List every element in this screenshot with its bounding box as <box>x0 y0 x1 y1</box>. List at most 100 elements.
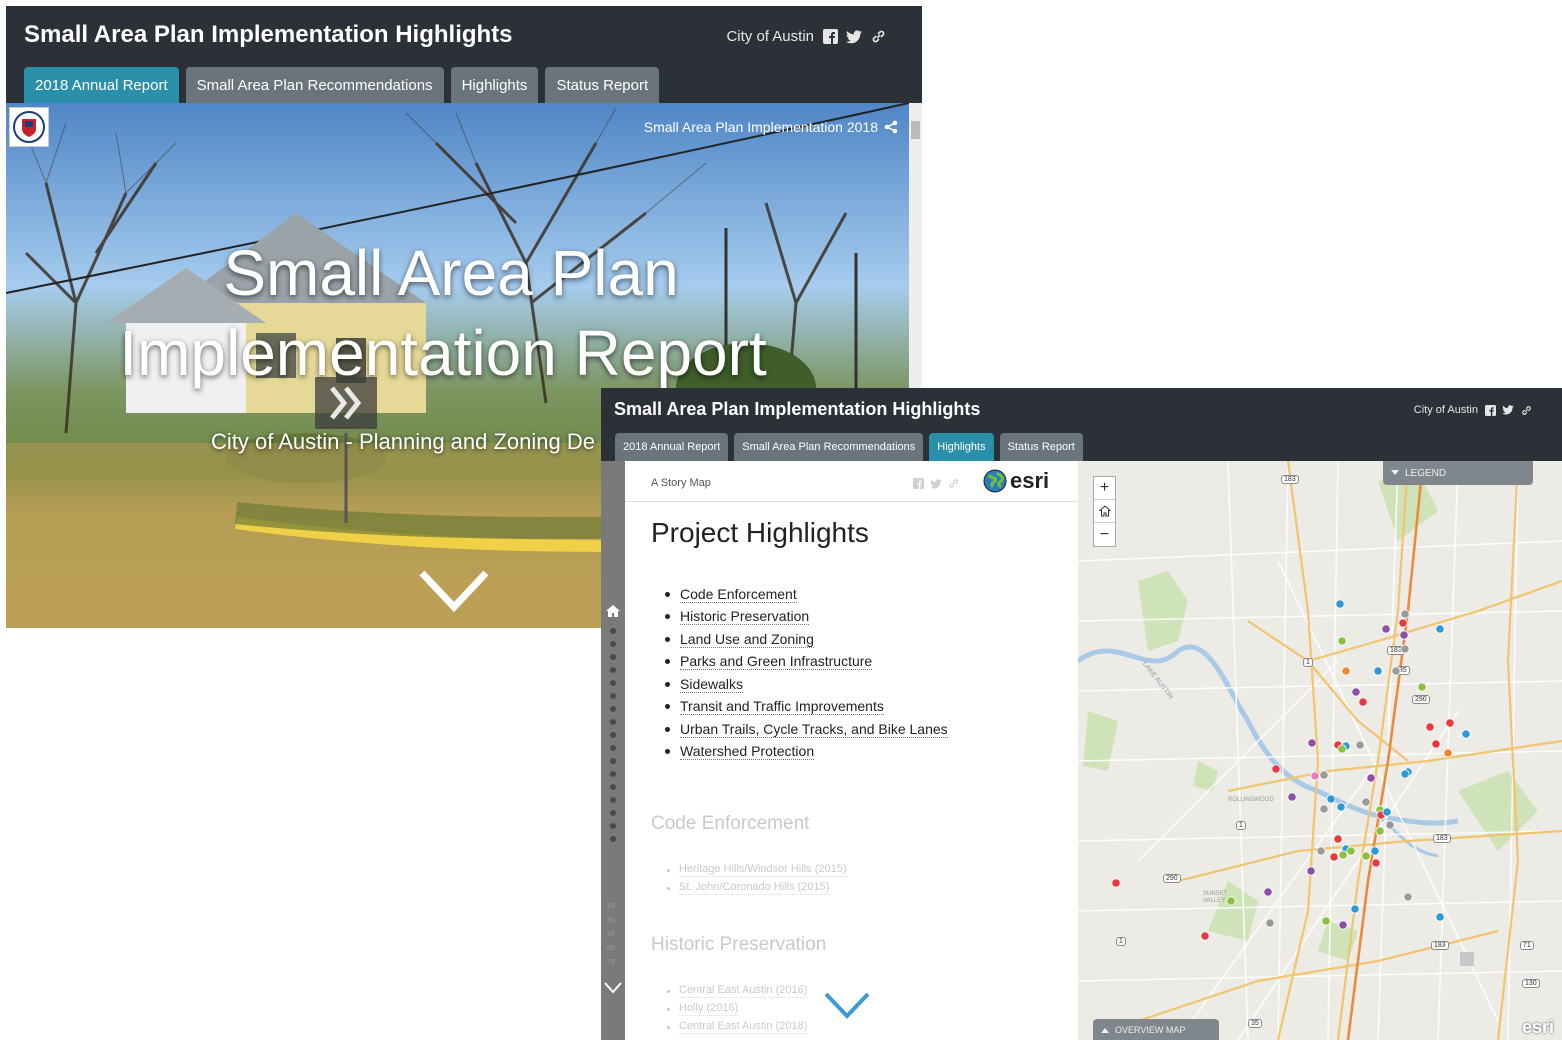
project-marker[interactable] <box>1391 666 1401 676</box>
project-marker[interactable] <box>1370 846 1380 856</box>
project-marker[interactable] <box>1316 846 1326 856</box>
project-marker[interactable] <box>1361 851 1371 861</box>
nav-dot[interactable] <box>610 654 616 660</box>
facebook-icon[interactable] <box>822 29 838 45</box>
tab-recommendations[interactable]: Small Area Plan Recommendations <box>185 67 444 103</box>
project-marker[interactable] <box>1307 738 1317 748</box>
home-icon[interactable] <box>606 605 620 617</box>
project-marker[interactable] <box>1333 834 1343 844</box>
toc-link[interactable]: Parks and Green Infrastructure <box>680 653 873 671</box>
project-marker[interactable] <box>1321 916 1331 926</box>
toc-link[interactable]: Sidewalks <box>680 676 744 693</box>
project-marker[interactable] <box>1338 850 1348 860</box>
project-marker[interactable] <box>1399 630 1409 640</box>
project-marker[interactable] <box>1263 887 1273 897</box>
nav-dot[interactable] <box>610 641 616 647</box>
project-marker[interactable] <box>1337 636 1347 646</box>
project-marker[interactable] <box>1375 826 1385 836</box>
project-marker[interactable] <box>1381 624 1391 634</box>
nav-dot[interactable] <box>610 628 616 634</box>
project-marker[interactable] <box>1400 769 1410 779</box>
project-marker[interactable] <box>1326 794 1336 804</box>
project-marker[interactable] <box>1435 624 1445 634</box>
section-link[interactable]: St. John/Coronado Hills (2015) <box>679 881 830 895</box>
nav-dot[interactable] <box>610 810 616 816</box>
project-marker[interactable] <box>1329 852 1339 862</box>
nav-dot[interactable] <box>610 758 616 764</box>
section-item[interactable]: Central East Austin (2016) <box>667 982 808 1000</box>
overview-map-toggle[interactable]: OVERVIEW MAP <box>1093 1019 1219 1040</box>
project-marker[interactable] <box>1417 682 1427 692</box>
project-marker[interactable] <box>1385 820 1395 830</box>
toc-link[interactable]: Urban Trails, Cycle Tracks, and Bike Lan… <box>680 721 948 738</box>
project-marker[interactable] <box>1338 920 1348 930</box>
nav-dot[interactable] <box>610 784 616 790</box>
nav-dot[interactable] <box>610 732 616 738</box>
project-marker[interactable] <box>1200 931 1210 941</box>
section-link[interactable]: Heritage Hills/Windsor Hills (2015) <box>679 863 847 877</box>
toc-item[interactable]: Land Use and Zoning <box>665 628 948 651</box>
twitter-icon[interactable] <box>930 476 942 494</box>
project-marker[interactable] <box>1306 866 1316 876</box>
zoom-in-button[interactable]: + <box>1094 477 1115 500</box>
section-item[interactable]: Heritage Hills/Windsor Hills (2015) <box>667 861 847 879</box>
toc-item[interactable]: Watershed Protection <box>665 741 948 764</box>
home-extent-button[interactable] <box>1094 500 1115 523</box>
toc-link[interactable]: Transit and Traffic Improvements <box>680 698 884 716</box>
project-marker[interactable] <box>1336 802 1346 812</box>
project-marker[interactable] <box>1346 846 1356 856</box>
next-section-chevrons-icon[interactable] <box>315 377 377 429</box>
tab-annual-report[interactable]: 2018 Annual Report <box>24 67 179 103</box>
scroll-down-chevron-icon[interactable] <box>418 569 490 618</box>
project-marker[interactable] <box>1351 687 1361 697</box>
nav-dot[interactable] <box>610 706 616 712</box>
city-link[interactable]: City of Austin <box>726 28 814 45</box>
toc-item[interactable]: Code Enforcement <box>665 583 948 606</box>
nav-dot[interactable] <box>610 667 616 673</box>
toc-item[interactable]: Sidewalks <box>665 673 948 696</box>
project-marker[interactable] <box>1319 804 1329 814</box>
section-item[interactable]: Central East Austin (2018) <box>667 1018 808 1036</box>
nav-dot[interactable] <box>610 680 616 686</box>
tab-highlights[interactable]: Highlights <box>450 67 539 103</box>
project-map[interactable]: LAKE AUSTIN ROLLINGWOOD SUNSET VALLEY 18… <box>1078 461 1562 1040</box>
tab-status-report[interactable]: Status Report <box>999 433 1083 461</box>
project-marker[interactable] <box>1358 697 1368 707</box>
project-marker[interactable] <box>1319 770 1329 780</box>
nav-dot[interactable] <box>610 771 616 777</box>
link-icon[interactable] <box>870 29 886 45</box>
project-marker[interactable] <box>1443 748 1453 758</box>
toc-item[interactable]: Urban Trails, Cycle Tracks, and Bike Lan… <box>665 718 948 741</box>
project-marker[interactable] <box>1350 904 1360 914</box>
esri-logo[interactable]: esri <box>983 468 1049 494</box>
nav-dot[interactable] <box>610 693 616 699</box>
project-marker[interactable] <box>1425 722 1435 732</box>
project-marker[interactable] <box>1400 609 1410 619</box>
link-icon[interactable] <box>1520 404 1532 416</box>
nav-down-chevron-icon[interactable] <box>603 981 623 995</box>
scroll-down-chevron-icon[interactable] <box>823 991 871 1026</box>
toc-link[interactable]: Historic Preservation <box>680 608 810 626</box>
share-icon[interactable] <box>884 120 898 134</box>
tab-status-report[interactable]: Status Report <box>545 67 660 103</box>
toc-item[interactable]: Parks and Green Infrastructure <box>665 651 948 674</box>
facebook-icon[interactable] <box>1484 404 1496 416</box>
toc-link[interactable]: Code Enforcement <box>680 586 797 603</box>
project-marker[interactable] <box>1355 740 1365 750</box>
project-marker[interactable] <box>1366 773 1376 783</box>
project-marker[interactable] <box>1341 666 1351 676</box>
project-marker[interactable] <box>1382 807 1392 817</box>
project-marker[interactable] <box>1371 858 1381 868</box>
project-marker[interactable] <box>1310 771 1320 781</box>
city-link[interactable]: City of Austin <box>1414 404 1478 416</box>
twitter-icon[interactable] <box>1502 404 1514 416</box>
project-marker[interactable] <box>1403 892 1413 902</box>
section-link[interactable]: Central East Austin (2016) <box>679 984 808 998</box>
project-marker[interactable] <box>1287 792 1297 802</box>
tab-recommendations[interactable]: Small Area Plan Recommendations <box>734 433 924 461</box>
section-item[interactable]: St. John/Coronado Hills (2015) <box>667 879 847 897</box>
project-marker[interactable] <box>1271 764 1281 774</box>
project-marker[interactable] <box>1265 918 1275 928</box>
section-link[interactable]: Holly (2016) <box>679 1002 739 1016</box>
facebook-icon[interactable] <box>913 476 924 494</box>
